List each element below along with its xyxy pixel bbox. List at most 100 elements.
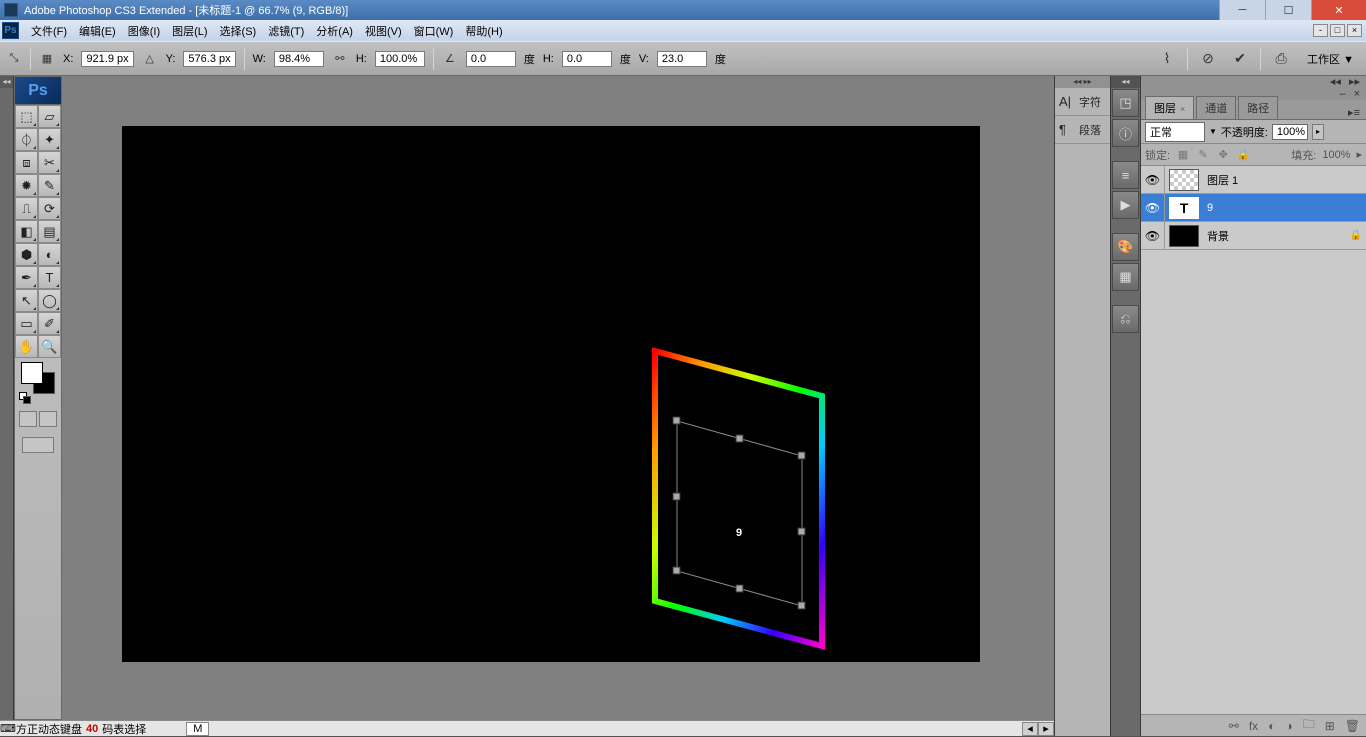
opacity-field[interactable]: 100%: [1272, 124, 1308, 140]
document-canvas[interactable]: 9: [122, 126, 980, 662]
menu-edit[interactable]: 编辑(E): [73, 20, 122, 42]
standard-mode-icon[interactable]: [19, 411, 37, 427]
ime-mode[interactable]: M: [186, 722, 209, 736]
mdi-minimize[interactable]: -: [1313, 24, 1328, 37]
eraser-tool[interactable]: ◧: [15, 220, 38, 243]
wand-tool[interactable]: ✦: [38, 128, 61, 151]
panel-header-arrows[interactable]: ◂◂▸▸: [1141, 76, 1366, 88]
scroll-right-icon[interactable]: ▸: [1038, 722, 1054, 736]
gradient-tool[interactable]: ▤: [38, 220, 61, 243]
navigator-panel-icon[interactable]: ◳: [1112, 89, 1139, 117]
ime-icon[interactable]: ⌨: [0, 722, 16, 735]
reference-point-icon[interactable]: ▦: [39, 51, 55, 67]
notes-tool[interactable]: ▭: [15, 312, 38, 335]
layer-name[interactable]: 背景: [1203, 228, 1346, 244]
link-layers-icon[interactable]: ⚯: [1229, 719, 1239, 733]
pen-tool[interactable]: ✒: [15, 266, 38, 289]
menu-view[interactable]: 视图(V): [359, 20, 408, 42]
quickmask-mode-icon[interactable]: [39, 411, 57, 427]
layer-row[interactable]: 👁 T 9: [1141, 194, 1366, 222]
styles-panel-icon[interactable]: 🎨: [1112, 233, 1139, 261]
marquee-tool[interactable]: ▱: [38, 105, 61, 128]
menu-layer[interactable]: 图层(L): [166, 20, 213, 42]
minimize-button[interactable]: ─: [1219, 0, 1265, 20]
layer-style-icon[interactable]: fx: [1249, 719, 1258, 733]
mdi-close[interactable]: ×: [1347, 24, 1362, 37]
lock-all-icon[interactable]: 🔒: [1236, 148, 1250, 162]
warp-mode-icon[interactable]: ⌇: [1155, 48, 1179, 70]
delete-layer-icon[interactable]: 🗑: [1345, 719, 1360, 733]
cancel-transform-icon[interactable]: ⊘: [1196, 48, 1220, 70]
history-panel-icon[interactable]: ⎌: [1112, 305, 1139, 333]
transform-bounding-box[interactable]: [677, 421, 802, 606]
type-tool[interactable]: T: [38, 266, 61, 289]
hand-tool[interactable]: ✋: [15, 335, 38, 358]
angle-field[interactable]: 0.0: [466, 51, 516, 67]
layer-thumbnail[interactable]: T: [1169, 197, 1199, 219]
layer-group-icon[interactable]: 🗀: [1303, 715, 1315, 736]
lock-position-icon[interactable]: ✥: [1216, 148, 1230, 162]
blur-tool[interactable]: ⬢: [15, 243, 38, 266]
color-swatches[interactable]: [17, 362, 59, 402]
layer-row[interactable]: 👁 背景 🔒: [1141, 222, 1366, 250]
commit-transform-icon[interactable]: ✔: [1228, 48, 1252, 70]
y-field[interactable]: 576.3 px: [183, 51, 235, 67]
fill-flyout[interactable]: ▸: [1356, 148, 1362, 161]
maximize-button[interactable]: ☐: [1265, 0, 1311, 20]
heal-tool[interactable]: ✹: [15, 174, 38, 197]
skew-h-field[interactable]: 0.0: [562, 51, 612, 67]
bridge-icon[interactable]: ⎙: [1269, 48, 1293, 70]
history-brush-tool[interactable]: ⟳: [38, 197, 61, 220]
layer-name[interactable]: 图层 1: [1203, 172, 1366, 188]
info-panel-icon[interactable]: ⓘ: [1112, 119, 1139, 147]
foreground-color[interactable]: [21, 362, 43, 384]
scroll-left-icon[interactable]: ◂: [1022, 722, 1038, 736]
panel-menu-icon[interactable]: ▸≡: [1342, 106, 1366, 119]
menu-image[interactable]: 图像(I): [122, 20, 166, 42]
adjustment-layer-icon[interactable]: ◑: [1285, 719, 1292, 733]
eyedropper-tool[interactable]: ✐: [38, 312, 61, 335]
blend-mode-select[interactable]: 正常: [1145, 122, 1205, 142]
menu-filter[interactable]: 滤镜(T): [262, 20, 310, 42]
close-button[interactable]: ✕: [1311, 0, 1366, 20]
w-field[interactable]: 98.4%: [274, 51, 324, 67]
paragraph-panel-button[interactable]: ¶段落: [1055, 116, 1110, 144]
lasso-tool[interactable]: ⏀: [15, 128, 38, 151]
ime-selector[interactable]: 码表选择: [102, 721, 146, 737]
new-layer-icon[interactable]: ⊞: [1325, 719, 1335, 733]
visibility-toggle-icon[interactable]: 👁: [1141, 194, 1165, 221]
layer-name[interactable]: 9: [1203, 202, 1366, 214]
menu-help[interactable]: 帮助(H): [459, 20, 508, 42]
visibility-toggle-icon[interactable]: 👁: [1141, 222, 1165, 249]
fill-field[interactable]: 100%: [1322, 149, 1350, 161]
tab-layers[interactable]: 图层×: [1145, 96, 1194, 119]
swatches-panel-icon[interactable]: ▶: [1112, 191, 1139, 219]
dodge-tool[interactable]: ◐: [38, 243, 61, 266]
menu-analysis[interactable]: 分析(A): [310, 20, 359, 42]
color-panel-icon[interactable]: ≡: [1112, 161, 1139, 189]
h-field[interactable]: 100.0%: [375, 51, 425, 67]
layer-thumbnail[interactable]: [1169, 225, 1199, 247]
crop-tool[interactable]: ⧈: [15, 151, 38, 174]
x-field[interactable]: 921.9 px: [81, 51, 133, 67]
visibility-toggle-icon[interactable]: 👁: [1141, 166, 1165, 193]
brush-tool[interactable]: ✎: [38, 174, 61, 197]
channels-panel-icon[interactable]: ▦: [1112, 263, 1139, 291]
lock-transparency-icon[interactable]: ▦: [1176, 148, 1190, 162]
panel-close-icon[interactable]: ×: [1354, 88, 1360, 100]
icon-dock-arrows[interactable]: ◂◂: [1111, 76, 1140, 88]
skew-v-field[interactable]: 23.0: [657, 51, 707, 67]
menu-file[interactable]: 文件(F): [25, 20, 73, 42]
move-tool[interactable]: ⬚: [15, 105, 38, 128]
stamp-tool[interactable]: ⎍: [15, 197, 38, 220]
default-colors-icon[interactable]: [19, 392, 29, 402]
screen-mode-icon[interactable]: [22, 437, 54, 453]
link-wh-icon[interactable]: ⚯: [332, 51, 348, 67]
opacity-flyout[interactable]: ▸: [1312, 124, 1324, 140]
menu-select[interactable]: 选择(S): [214, 20, 263, 42]
shape-tool[interactable]: ◯: [38, 289, 61, 312]
layer-row[interactable]: 👁 图层 1: [1141, 166, 1366, 194]
panel-minimize-icon[interactable]: –: [1339, 88, 1345, 100]
delta-icon[interactable]: △: [142, 51, 158, 67]
lock-pixels-icon[interactable]: ✎: [1196, 148, 1210, 162]
